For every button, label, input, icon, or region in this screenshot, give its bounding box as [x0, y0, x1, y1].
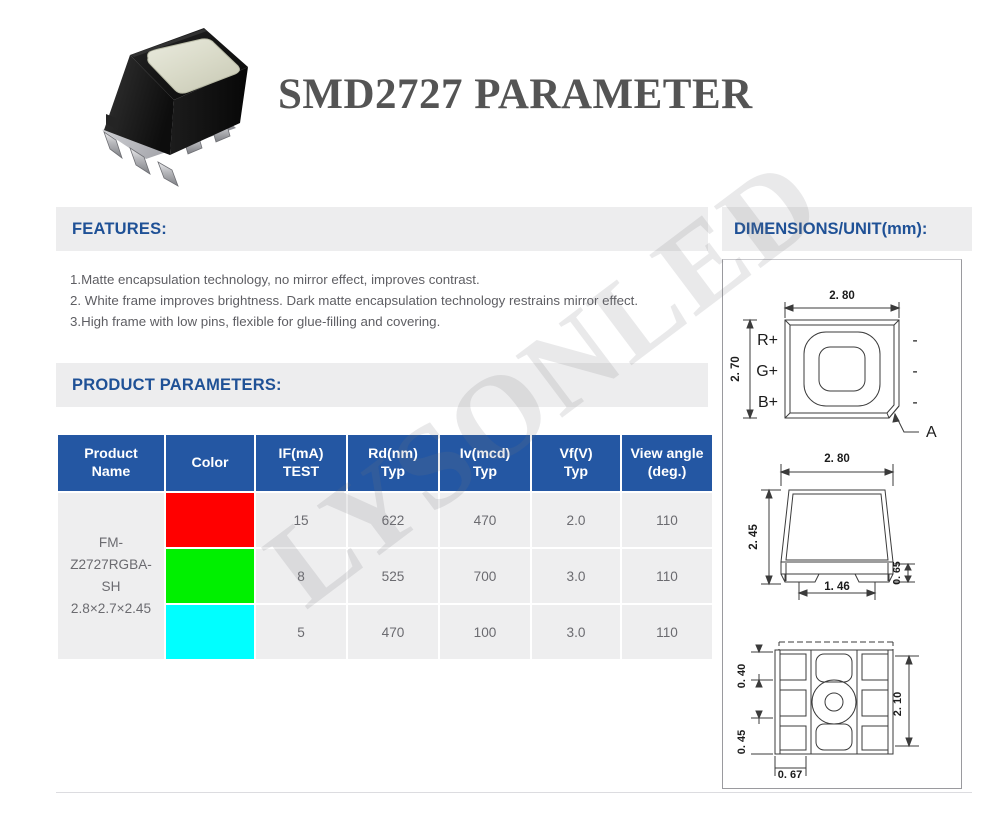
top-view-drawing: 2. 80 2. 70 R+ G+ B+ - - - A [723, 266, 963, 444]
color-swatch [166, 493, 254, 547]
cell-view-angle: 110 [622, 549, 712, 603]
parameters-heading: PRODUCT PARAMETERS: [72, 375, 282, 394]
cell-color-swatch-blue [166, 605, 254, 659]
header-line-1: View angle [630, 446, 704, 462]
pad-label-g: G+ [756, 363, 778, 380]
product-name-line-1: FM- [98, 535, 124, 550]
header-line-1: Iv(mcd) [459, 446, 511, 462]
table-header-row: Product Name Color IF(mA) TEST Rd(nm) Ty… [58, 435, 712, 491]
side-view-foot-label: 0. 65 [891, 561, 903, 585]
header-line-2: Typ [563, 464, 589, 480]
cell-product-name: FM- Z2727RGBA- SH 2.8×2.7×2.45 [58, 493, 164, 659]
column-header-view-angle: View angle (deg.) [622, 435, 712, 491]
color-swatch [166, 549, 254, 603]
parameters-section-bar: PRODUCT PARAMETERS: [56, 363, 708, 407]
datasheet-page: LYSONLED [0, 0, 1000, 817]
top-view-width-label: 2. 80 [829, 290, 855, 302]
header-line-2: (deg.) [647, 464, 687, 480]
column-header-vf: Vf(V) Typ [532, 435, 620, 491]
cell-iv: 470 [440, 493, 530, 547]
right-content-column: DIMENSIONS/UNIT(mm): 2. 80 2. 70 R+ G+ B… [722, 207, 972, 789]
cell-rd: 622 [348, 493, 438, 547]
header-line-1: Rd(nm) [368, 446, 418, 462]
bottom-view-height-label: 2. 10 [892, 692, 904, 716]
header-line-1: Color [191, 455, 229, 471]
corner-marker-label: A [926, 424, 937, 441]
minus-label-3: - [912, 394, 917, 411]
feature-item: 2. White frame improves brightness. Dark… [70, 293, 639, 308]
dimensions-heading: DIMENSIONS/UNIT(mm): [734, 219, 928, 238]
page-bottom-rule [56, 792, 972, 793]
cell-view-angle: 110 [622, 605, 712, 659]
features-section-bar: FEATURES: [56, 207, 708, 251]
left-content-column: FEATURES: 1.Matte encapsulation technolo… [56, 207, 712, 661]
cell-vf: 2.0 [532, 493, 620, 547]
cell-vf: 3.0 [532, 549, 620, 603]
header-line-1: Vf(V) [559, 446, 593, 462]
dimensions-section-bar: DIMENSIONS/UNIT(mm): [722, 207, 972, 251]
page-title: SMD2727 PARAMETER [278, 71, 753, 118]
bottom-view-drawing: 0. 40 0. 45 0. 67 2. 10 [723, 628, 963, 788]
cell-iv: 700 [440, 549, 530, 603]
page-header: SMD2727 PARAMETER [0, 0, 1000, 200]
side-view-base-label: 1. 46 [824, 581, 850, 593]
cell-if: 8 [256, 549, 346, 603]
column-header-if: IF(mA) TEST [256, 435, 346, 491]
pad-label-r: R+ [757, 332, 778, 349]
product-parameters-table: Product Name Color IF(mA) TEST Rd(nm) Ty… [56, 433, 714, 661]
header-line-2: Typ [380, 464, 406, 480]
cell-view-angle: 110 [622, 493, 712, 547]
column-header-rd: Rd(nm) Typ [348, 435, 438, 491]
top-view-height-label: 2. 70 [730, 356, 742, 382]
side-view-drawing: 2. 80 2. 45 1. 46 0. 65 [723, 450, 963, 622]
led-product-photo [88, 18, 264, 190]
pad-label-b: B+ [758, 394, 778, 411]
cell-if: 15 [256, 493, 346, 547]
header-line-2: TEST [282, 464, 320, 480]
feature-item: 1.Matte encapsulation technology, no mir… [70, 272, 480, 287]
cell-if: 5 [256, 605, 346, 659]
feature-item: 3.High frame with low pins, flexible for… [70, 314, 441, 329]
drawings-frame: 2. 80 2. 70 R+ G+ B+ - - - A 2. 80 2. 45… [722, 259, 962, 789]
column-header-color: Color [166, 435, 254, 491]
cell-rd: 470 [348, 605, 438, 659]
header-line-2: Typ [472, 464, 498, 480]
product-name-line-2: Z2727RGBA- [70, 557, 152, 572]
header-line-2: Name [91, 464, 131, 480]
bottom-view-pitch-b-label: 0. 45 [736, 730, 748, 754]
color-swatch [166, 605, 254, 659]
cell-iv: 100 [440, 605, 530, 659]
product-name-line-3: SH [101, 579, 121, 594]
minus-label-2: - [912, 363, 917, 380]
header-line-1: IF(mA) [278, 446, 324, 462]
features-list: 1.Matte encapsulation technology, no mir… [56, 251, 708, 332]
header-line-1: Product [84, 446, 138, 462]
bottom-view-pad-width-label: 0. 67 [778, 769, 802, 781]
cell-rd: 525 [348, 549, 438, 603]
minus-label-1: - [912, 332, 917, 349]
column-header-product-name: Product Name [58, 435, 164, 491]
cell-color-swatch-green [166, 549, 254, 603]
product-name-line-4: 2.8×2.7×2.45 [70, 601, 152, 616]
column-header-iv: Iv(mcd) Typ [440, 435, 530, 491]
features-heading: FEATURES: [72, 219, 167, 238]
cell-vf: 3.0 [532, 605, 620, 659]
cell-color-swatch-red [166, 493, 254, 547]
table-row: FM- Z2727RGBA- SH 2.8×2.7×2.45 15 622 47… [58, 493, 712, 659]
bottom-view-pitch-a-label: 0. 40 [736, 664, 748, 688]
side-view-height-label: 2. 45 [748, 524, 760, 550]
side-view-width-label: 2. 80 [824, 453, 850, 465]
